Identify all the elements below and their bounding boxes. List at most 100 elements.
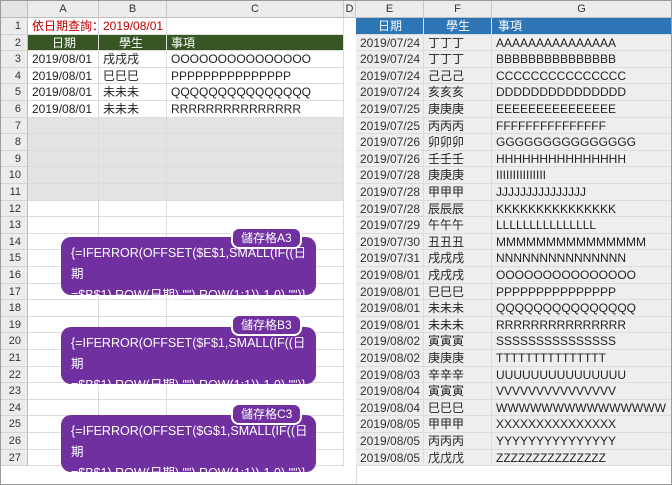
right-table-cell[interactable]: 2019/08/02 [356,350,424,367]
row-header-9[interactable]: 9 [1,150,28,168]
right-table-cell[interactable]: 2019/07/25 [356,117,424,135]
left-table-cell[interactable] [99,150,167,168]
select-all-corner[interactable] [1,1,28,18]
right-table-cell[interactable]: 戌戌戌 [424,250,492,267]
left-table-cell[interactable]: OOOOOOOOOOOOOOO [167,51,344,68]
right-table-cell[interactable]: 丁丁丁 [424,34,492,52]
right-table-cell[interactable]: 甲甲甲 [424,416,492,433]
left-table-cell[interactable]: 巳巳巳 [99,67,167,85]
right-table-cell[interactable]: PPPPPPPPPPPPPPP [492,283,671,301]
right-table-cell[interactable]: 2019/08/05 [356,433,424,450]
row-header-24[interactable]: 24 [1,399,28,417]
right-table-cell[interactable]: AAAAAAAAAAAAAAA [492,34,671,52]
right-header-cell[interactable]: 學生 [424,18,492,35]
left-table-cell[interactable]: QQQQQQQQQQQQQQQ [167,84,344,101]
left-table-cell[interactable] [167,117,344,135]
right-table-cell[interactable]: LLLLLLLLLLLLLLL [492,217,671,234]
left-table-cell[interactable]: 未未未 [99,101,167,118]
column-header-e[interactable]: E [356,1,424,18]
left-table-cell[interactable] [99,117,167,135]
right-table-cell[interactable]: 戌戌戌 [424,267,492,284]
left-table-cell[interactable] [167,167,344,184]
row-header-1[interactable]: 1 [1,18,28,35]
right-table-cell[interactable]: UUUUUUUUUUUUUUU [492,366,671,384]
right-table-cell[interactable]: OOOOOOOOOOOOOOO [492,267,671,284]
row-header-16[interactable]: 16 [1,267,28,284]
right-table-cell[interactable]: YYYYYYYYYYYYYYY [492,433,671,450]
right-table-cell[interactable]: 2019/07/24 [356,84,424,101]
left-table-cell[interactable] [99,167,167,184]
right-table-cell[interactable]: 辛辛辛 [424,366,492,384]
left-table-cell[interactable] [99,134,167,151]
left-table-cell[interactable] [99,184,167,201]
right-table-cell[interactable]: 庚庚庚 [424,167,492,184]
right-table-cell[interactable]: NNNNNNNNNNNNNNN [492,250,671,267]
right-table-cell[interactable]: VVVVVVVVVVVVVVV [492,383,671,400]
right-table-cell[interactable]: 2019/07/24 [356,67,424,85]
right-table-cell[interactable]: GGGGGGGGGGGGGGG [492,134,671,151]
left-table-cell[interactable]: RRRRRRRRRRRRRRR [167,101,344,118]
right-table-cell[interactable]: 丙丙丙 [424,117,492,135]
right-table-cell[interactable]: 2019/07/31 [356,250,424,267]
right-table-cell[interactable]: XXXXXXXXXXXXXXX [492,416,671,433]
row-header-12[interactable]: 12 [1,200,28,218]
row-header-18[interactable]: 18 [1,300,28,317]
right-table-cell[interactable]: 巳巳巳 [424,399,492,417]
right-table-cell[interactable]: DDDDDDDDDDDDDDD [492,84,671,101]
column-header-a[interactable]: A [28,1,99,18]
row-header-20[interactable]: 20 [1,333,28,350]
right-table-cell[interactable]: 2019/07/24 [356,51,424,68]
right-table-cell[interactable]: 2019/07/26 [356,150,424,168]
right-table-cell[interactable]: 2019/08/01 [356,283,424,301]
right-table-cell[interactable]: 2019/07/25 [356,101,424,118]
left-table-cell[interactable] [99,200,167,218]
left-table-cell[interactable] [28,217,99,234]
right-table-cell[interactable]: 2019/08/05 [356,416,424,433]
left-table-cell[interactable] [28,399,99,417]
right-table-cell[interactable]: 丁丁丁 [424,51,492,68]
right-table-cell[interactable]: 2019/07/24 [356,34,424,52]
left-header-cell[interactable]: 學生 [99,34,167,52]
right-table-cell[interactable]: 壬壬壬 [424,150,492,168]
left-table-cell[interactable] [167,150,344,168]
right-table-cell[interactable]: 2019/07/30 [356,233,424,251]
row-header-15[interactable]: 15 [1,250,28,267]
column-header-c[interactable]: C [167,1,344,18]
row-header-6[interactable]: 6 [1,101,28,118]
right-table-cell[interactable]: 甲甲甲 [424,184,492,201]
right-table-cell[interactable]: 庚庚庚 [424,350,492,367]
row-header-2[interactable]: 2 [1,34,28,52]
left-table-cell[interactable] [99,217,167,234]
row-header-7[interactable]: 7 [1,117,28,135]
row-header-17[interactable]: 17 [1,283,28,301]
right-table-cell[interactable]: 2019/07/28 [356,184,424,201]
row-header-19[interactable]: 19 [1,316,28,334]
column-header-g[interactable]: G [492,1,671,18]
column-header-f[interactable]: F [424,1,492,18]
right-table-cell[interactable]: EEEEEEEEEEEEEEE [492,101,671,118]
right-table-cell[interactable]: 2019/08/03 [356,366,424,384]
left-header-cell[interactable]: 日期 [28,34,99,52]
right-table-cell[interactable]: TTTTTTTTTTTTTTT [492,350,671,367]
row-header-23[interactable]: 23 [1,383,28,400]
right-table-cell[interactable]: 2019/08/05 [356,449,424,467]
right-table-cell[interactable]: 己己己 [424,67,492,85]
right-table-cell[interactable]: 庚庚庚 [424,101,492,118]
row-header-14[interactable]: 14 [1,233,28,251]
right-table-cell[interactable]: 2019/07/28 [356,167,424,184]
row-header-27[interactable]: 27 [1,449,28,467]
left-table-cell[interactable]: 未未未 [99,84,167,101]
right-table-cell[interactable]: 2019/08/01 [356,267,424,284]
row-header-26[interactable]: 26 [1,433,28,450]
right-table-cell[interactable]: 2019/07/26 [356,134,424,151]
row-header-11[interactable]: 11 [1,184,28,201]
left-table-cell[interactable] [167,200,344,218]
right-table-cell[interactable]: 卯卯卯 [424,134,492,151]
right-header-cell[interactable]: 日期 [356,18,424,35]
row-header-4[interactable]: 4 [1,67,28,85]
right-table-cell[interactable]: ZZZZZZZZZZZZZZZ [492,449,671,467]
right-table-cell[interactable]: 寅寅寅 [424,333,492,350]
cell-c1[interactable] [167,18,344,35]
row-header-13[interactable]: 13 [1,217,28,234]
right-table-cell[interactable]: 午午午 [424,217,492,234]
